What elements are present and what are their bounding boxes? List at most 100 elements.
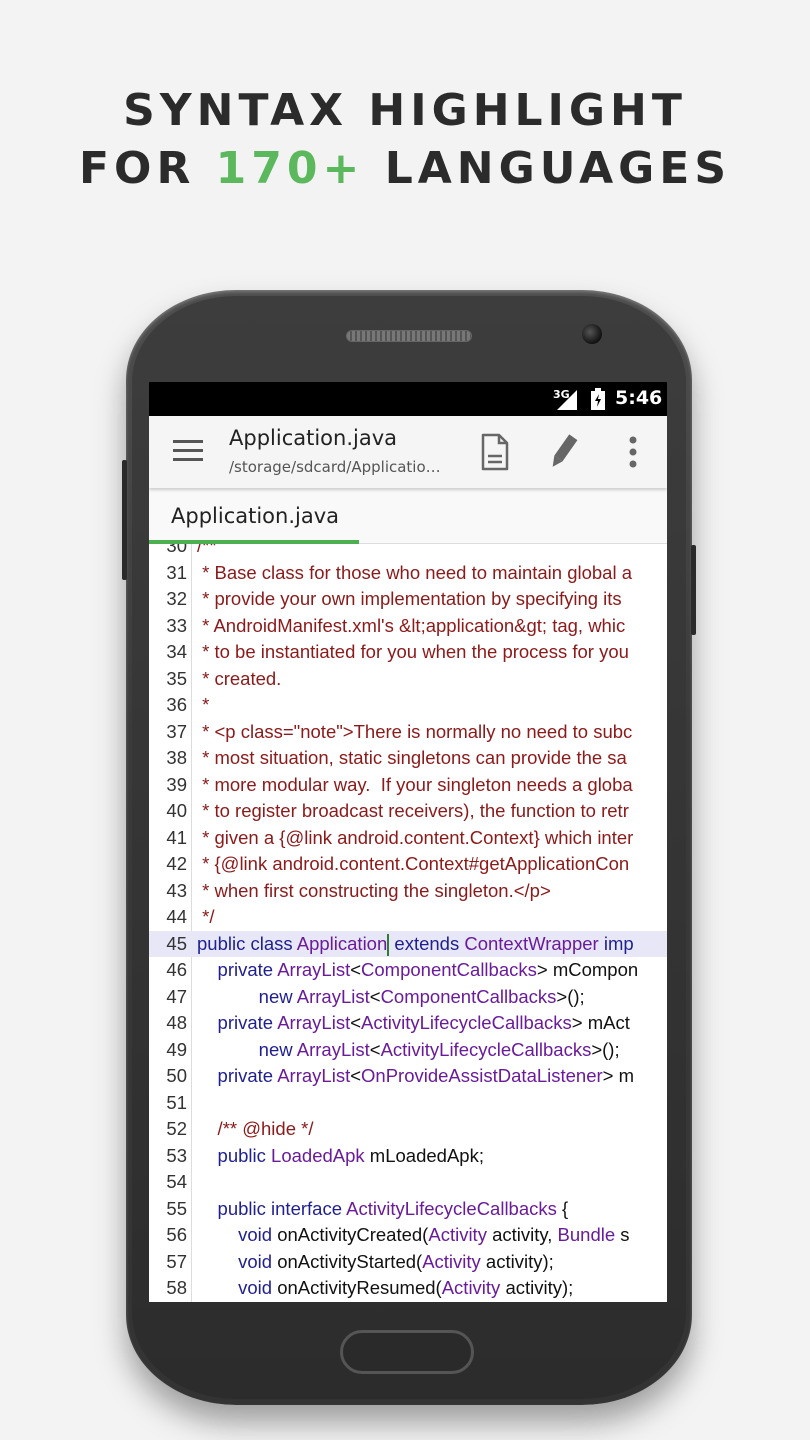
code-token: { [556, 1197, 569, 1219]
code-token: onActivityResumed( [277, 1277, 442, 1298]
code-line[interactable]: 30 /** [149, 544, 667, 560]
volume-button[interactable] [122, 460, 127, 580]
line-number: 50 [166, 1065, 187, 1086]
line-number: 39 [166, 773, 187, 795]
headline: SYNTAX HIGHLIGHT FOR 170+ LANGUAGES [0, 82, 810, 198]
document-icon[interactable] [475, 432, 515, 472]
tab-application-java[interactable]: Application.java [149, 488, 359, 544]
code-line[interactable]: 57 void onActivityStarted(Activity activ… [149, 1249, 667, 1276]
code-line[interactable]: 47 new ArrayList<ComponentCallbacks>(); [149, 984, 667, 1011]
code-line[interactable]: 49 new ArrayList<ActivityLifecycleCallba… [149, 1037, 667, 1064]
code-token: ActivityLifecycleCallbacks [361, 1012, 572, 1033]
code-line[interactable]: 38 * most situation, static singletons c… [149, 745, 667, 772]
line-number: 43 [166, 879, 187, 901]
code-line[interactable]: 53 public LoadedApk mLoadedApk; [149, 1143, 667, 1170]
code-token: ArrayList [277, 1065, 351, 1086]
code-line[interactable]: 51 [149, 1090, 667, 1117]
power-button[interactable] [691, 545, 696, 635]
code-text: * to be instantiated for you when the pr… [197, 639, 629, 666]
code-line[interactable]: 43 * when first constructing the singlet… [149, 878, 667, 905]
code-line[interactable]: 54 [149, 1169, 667, 1196]
code-text: private ArrayList<OnProvideAssistDataLis… [197, 1063, 634, 1090]
code-text: public interface ActivityLifecycleCallba… [197, 1196, 569, 1223]
code-line[interactable]: 33 * AndroidManifest.xml's &lt;applicati… [149, 613, 667, 640]
pencil-icon[interactable] [543, 432, 583, 472]
code-text: * when first constructing the singleton.… [197, 878, 551, 905]
battery-icon [591, 388, 605, 410]
code-text: new ArrayList<ActivityLifecycleCallbacks… [197, 1037, 620, 1064]
code-token: ComponentCallbacks [361, 959, 537, 980]
line-number: 44 [166, 906, 187, 927]
code-text: * given a {@link android.content.Context… [197, 825, 633, 852]
code-line[interactable]: 48 private ArrayList<ActivityLifecycleCa… [149, 1010, 667, 1037]
code-text: private ArrayList<ActivityLifecycleCallb… [197, 1010, 630, 1037]
line-number: 51 [166, 1091, 187, 1113]
code-line[interactable]: 34 * to be instantiated for you when the… [149, 639, 667, 666]
code-token: < [369, 1038, 381, 1060]
code-token: ArrayList [277, 1012, 351, 1033]
line-number: 52 [166, 1118, 187, 1139]
code-token: activity); [480, 1250, 554, 1272]
code-token: < [350, 959, 362, 980]
code-token: Activity [428, 1224, 487, 1245]
code-line[interactable]: 50 private ArrayList<OnProvideAssistData… [149, 1063, 667, 1090]
code-text: * Base class for those who need to maint… [197, 560, 632, 587]
code-token: ActivityLifecycleCallbacks [380, 1038, 592, 1060]
line-number: 40 [166, 800, 187, 821]
code-token: activity); [500, 1277, 574, 1298]
code-line[interactable]: 45 public class Application extends Conte… [149, 930, 667, 957]
code-token: * Base class for those who need to maint… [197, 561, 633, 583]
headline-line-1: SYNTAX HIGHLIGHT [123, 85, 687, 136]
line-number: 56 [166, 1224, 187, 1245]
code-line[interactable]: 58 void onActivityResumed(Activity activ… [149, 1275, 667, 1302]
code-token: ActivityLifecycleCallbacks [346, 1197, 557, 1219]
code-token: /** [197, 544, 217, 556]
menu-icon[interactable] [173, 440, 203, 464]
code-text: * to register broadcast receivers), the … [197, 798, 629, 825]
code-token: * [197, 694, 210, 715]
code-line[interactable]: 42 * {@link android.content.Context#getA… [149, 851, 667, 878]
code-text: * AndroidManifest.xml's &lt;application&… [197, 613, 625, 640]
earpiece-speaker [346, 330, 472, 342]
line-number: 33 [166, 614, 187, 636]
code-line[interactable]: 32 * provide your own implementation by … [149, 586, 667, 613]
file-path: /storage/sdcard/Applicatio… [229, 458, 441, 476]
code-token: * most situation, static singletons can … [197, 747, 627, 768]
code-token: Application [296, 932, 388, 954]
code-token: ArrayList [296, 1038, 370, 1060]
code-line[interactable]: 40 * to register broadcast receivers), t… [149, 798, 667, 825]
code-editor[interactable]: 30 /** 31 * Base class for those who need … [149, 544, 667, 1302]
code-line[interactable]: 44 */ [149, 904, 667, 931]
front-camera [582, 324, 602, 344]
code-text: void onActivityResumed(Activity activity… [197, 1275, 573, 1302]
code-line[interactable]: 46 private ArrayList<ComponentCallbacks>… [149, 957, 667, 984]
home-button[interactable] [340, 1330, 474, 1374]
code-token: * to register broadcast receivers), the … [197, 800, 629, 821]
code-line[interactable]: 39 * more modular way. If your singleton… [149, 772, 667, 799]
code-line[interactable]: 55 public interface ActivityLifecycleCal… [149, 1196, 667, 1223]
code-token: public class [197, 932, 297, 954]
headline-suffix: LANGUAGES [364, 143, 732, 194]
code-line[interactable]: 37 * <p class="note">There is normally n… [149, 719, 667, 746]
code-line[interactable]: 35 * created. [149, 666, 667, 693]
code-token: /** @hide */ [197, 1118, 314, 1139]
code-line[interactable]: 36 * [149, 692, 667, 719]
more-vert-icon[interactable] [617, 432, 657, 472]
code-text: * provide your own implementation by spe… [197, 586, 622, 613]
network-type: 3G [553, 388, 570, 401]
code-text: * {@link android.content.Context#getAppl… [197, 851, 629, 878]
code-token: OnProvideAssistDataListener [361, 1065, 603, 1086]
code-token: private [197, 1065, 278, 1086]
code-line[interactable]: 41 * given a {@link android.content.Cont… [149, 825, 667, 852]
line-number: 32 [166, 588, 187, 609]
line-number: 35 [166, 667, 187, 689]
code-line[interactable]: 52 /** @hide */ [149, 1116, 667, 1143]
code-token: onActivityStarted( [277, 1250, 423, 1272]
tab-label: Application.java [171, 504, 340, 528]
code-line[interactable]: 31 * Base class for those who need to ma… [149, 560, 667, 587]
line-number: 36 [166, 694, 187, 715]
app-toolbar: Application.java /storage/sdcard/Applica… [149, 416, 667, 488]
code-token: onActivityCreated( [277, 1224, 429, 1245]
code-token: new [197, 1038, 297, 1060]
code-line[interactable]: 56 void onActivityCreated(Activity activ… [149, 1222, 667, 1249]
